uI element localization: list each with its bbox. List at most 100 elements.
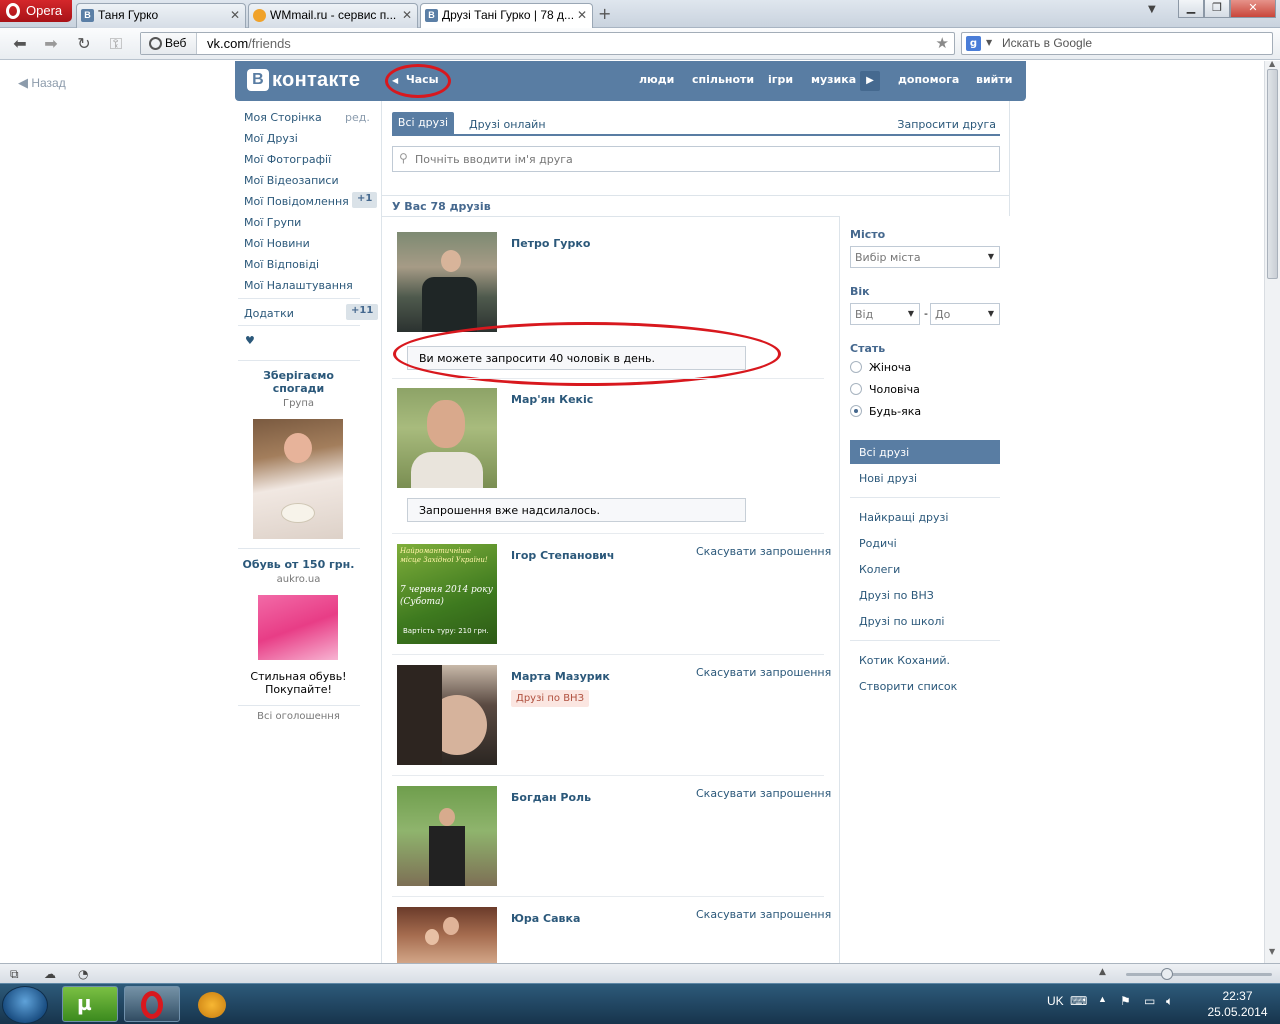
heart-icon[interactable]: ♥ xyxy=(245,334,255,347)
tab-online-friends[interactable]: Друзі онлайн xyxy=(469,118,546,131)
browser-tab-active[interactable]: B Друзі Тані Гурко | 78 д... ✕ xyxy=(420,3,593,28)
nav-music[interactable]: музика xyxy=(811,73,856,86)
minimize-icon[interactable]: ▁ xyxy=(1178,0,1204,18)
nav-games[interactable]: ігри xyxy=(768,73,793,86)
search-field[interactable]: g ▼ Искать в Google xyxy=(961,32,1273,55)
browser-tab[interactable]: WMmail.ru - сервис п... ✕ xyxy=(248,3,418,28)
list-colleagues[interactable]: Колеги xyxy=(859,563,900,576)
list-university-friends[interactable]: Друзі по ВНЗ xyxy=(859,589,934,602)
zoom-up-icon[interactable]: ▲ xyxy=(1099,967,1106,977)
ad-shoes-photo[interactable] xyxy=(258,595,338,660)
radio-label[interactable]: Будь-яка xyxy=(869,405,921,418)
maximize-icon[interactable]: ❐ xyxy=(1204,0,1230,18)
friend-photo[interactable] xyxy=(397,665,497,765)
list-school-friends[interactable]: Друзі по школі xyxy=(859,615,944,628)
ad-title[interactable]: Обувь от 150 грн. xyxy=(237,558,360,571)
reload-icon[interactable]: ↻ xyxy=(73,34,95,53)
keyboard-icon[interactable]: ⌨ xyxy=(1070,994,1087,1008)
list-relatives[interactable]: Родичі xyxy=(859,537,897,550)
aimp-taskbar-icon[interactable] xyxy=(198,992,226,1018)
cloud-icon[interactable]: ☁ xyxy=(44,967,56,981)
back-link[interactable]: ◀ Назад xyxy=(18,75,66,91)
network-icon[interactable]: ▭ xyxy=(1144,994,1155,1008)
close-window-icon[interactable]: ✕ xyxy=(1230,0,1276,18)
friend-name[interactable]: Юра Савка xyxy=(511,912,580,925)
volume-icon[interactable]: 🔈︎ xyxy=(1166,994,1173,1009)
create-list-link[interactable]: Створити список xyxy=(859,680,957,693)
cancel-invite-link[interactable]: Скасувати запрошення xyxy=(696,787,831,800)
zoom-knob[interactable] xyxy=(1161,968,1173,980)
close-tab-icon[interactable]: ✕ xyxy=(577,8,587,22)
nav-communities[interactable]: спільноти xyxy=(692,73,754,86)
age-to-select[interactable]: До ▼ xyxy=(930,303,1000,325)
city-select[interactable]: Вибір міста ▼ xyxy=(850,246,1000,268)
scroll-thumb[interactable] xyxy=(1267,69,1278,279)
radio-male[interactable] xyxy=(850,383,862,395)
flag-icon[interactable]: ⚑ xyxy=(1120,994,1131,1008)
menu-my-news[interactable]: Мої Новини xyxy=(244,237,310,250)
radio-female[interactable] xyxy=(850,361,862,373)
friend-name[interactable]: Богдан Роль xyxy=(511,791,591,804)
panel-toggle-icon[interactable]: ⧉ xyxy=(10,967,19,982)
menu-my-groups[interactable]: Мої Групи xyxy=(244,216,301,229)
opera-menu-button[interactable]: Opera xyxy=(0,0,72,22)
tab-all-friends[interactable]: Всі друзі xyxy=(392,112,454,134)
friend-name[interactable]: Мар'ян Кекіс xyxy=(511,393,593,406)
opera-taskbar-icon[interactable] xyxy=(124,986,180,1022)
scroll-up-icon[interactable]: ▲ xyxy=(1269,59,1275,68)
menu-my-settings[interactable]: Мої Налаштування xyxy=(244,279,353,292)
menu-apps[interactable]: Додатки xyxy=(244,307,294,320)
menu-my-messages[interactable]: Мої Повідомлення xyxy=(244,195,349,208)
friend-list-tag[interactable]: Друзі по ВНЗ xyxy=(511,690,589,707)
windows-start-icon[interactable] xyxy=(2,986,48,1024)
radio-label[interactable]: Жіноча xyxy=(869,361,911,374)
vk-logo[interactable]: Вконтакте xyxy=(247,69,360,93)
list-custom[interactable]: Котик Коханий. xyxy=(859,654,950,667)
menu-my-page[interactable]: Моя Сторінка xyxy=(244,111,322,124)
browser-tab[interactable]: B Таня Гурко ✕ xyxy=(76,3,246,28)
friend-photo[interactable] xyxy=(397,786,497,886)
bookmark-star-icon[interactable]: ★ xyxy=(936,34,949,52)
friend-name[interactable]: Петро Гурко xyxy=(511,237,590,250)
key-icon[interactable]: ⚿ xyxy=(105,34,127,54)
language-indicator[interactable]: UK xyxy=(1047,994,1064,1008)
menu-my-replies[interactable]: Мої Відповіді xyxy=(244,258,319,271)
close-tab-icon[interactable]: ✕ xyxy=(402,8,412,22)
radio-label[interactable]: Чоловіча xyxy=(869,383,920,396)
radio-any-selected[interactable] xyxy=(850,405,862,417)
cancel-invite-link[interactable]: Скасувати запрошення xyxy=(696,545,831,558)
age-from-select[interactable]: Від ▼ xyxy=(850,303,920,325)
friend-name[interactable]: Марта Мазурик xyxy=(511,670,610,683)
friend-search-input[interactable]: ⚲ Почніть вводити ім'я друга xyxy=(392,146,1000,172)
cancel-invite-link[interactable]: Скасувати запрошення xyxy=(696,666,831,679)
new-tab-icon[interactable]: + xyxy=(598,4,611,23)
nav-people[interactable]: люди xyxy=(639,73,674,86)
tab-menu-icon[interactable]: ▼ xyxy=(1148,4,1156,15)
edit-link[interactable]: ред. xyxy=(345,111,370,124)
play-icon[interactable]: ▶ xyxy=(860,71,880,91)
ad-title[interactable]: Зберігаємо спогади xyxy=(237,369,360,395)
clock[interactable]: 22:37 25.05.2014 xyxy=(1200,988,1275,1020)
all-ads-link[interactable]: Всі оголошення xyxy=(237,711,360,722)
tray-up-icon[interactable]: ▲ xyxy=(1098,994,1107,1004)
menu-my-videos[interactable]: Мої Відеозаписи xyxy=(244,174,339,187)
friend-name[interactable]: Ігор Степанович xyxy=(511,549,614,562)
scroll-down-icon[interactable]: ▼ xyxy=(1269,947,1275,956)
ad-bride-photo[interactable] xyxy=(253,419,343,539)
invite-friend-link[interactable]: Запросити друга xyxy=(897,118,996,131)
utorrent-taskbar-icon[interactable]: µ xyxy=(62,986,118,1022)
close-tab-icon[interactable]: ✕ xyxy=(230,8,240,22)
vertical-scrollbar[interactable]: ▲ ▼ xyxy=(1264,59,1280,963)
url-field[interactable]: Веб vk.com/friends ★ xyxy=(140,32,955,55)
nav-logout[interactable]: вийти xyxy=(976,73,1012,86)
list-new-friends[interactable]: Нові друзі xyxy=(859,472,917,485)
menu-my-friends[interactable]: Мої Друзі xyxy=(244,132,298,145)
list-best-friends[interactable]: Найкращі друзі xyxy=(859,511,948,524)
cancel-invite-link[interactable]: Скасувати запрошення xyxy=(696,908,831,921)
friend-photo[interactable] xyxy=(397,907,497,963)
menu-my-photos[interactable]: Мої Фотографії xyxy=(244,153,331,166)
nav-help[interactable]: допомога xyxy=(898,73,959,86)
friend-photo[interactable] xyxy=(397,232,497,332)
friend-photo-poster[interactable]: Найромантичніше місце Західної України! … xyxy=(397,544,497,644)
back-arrow-icon[interactable]: ⬅ xyxy=(9,34,31,53)
